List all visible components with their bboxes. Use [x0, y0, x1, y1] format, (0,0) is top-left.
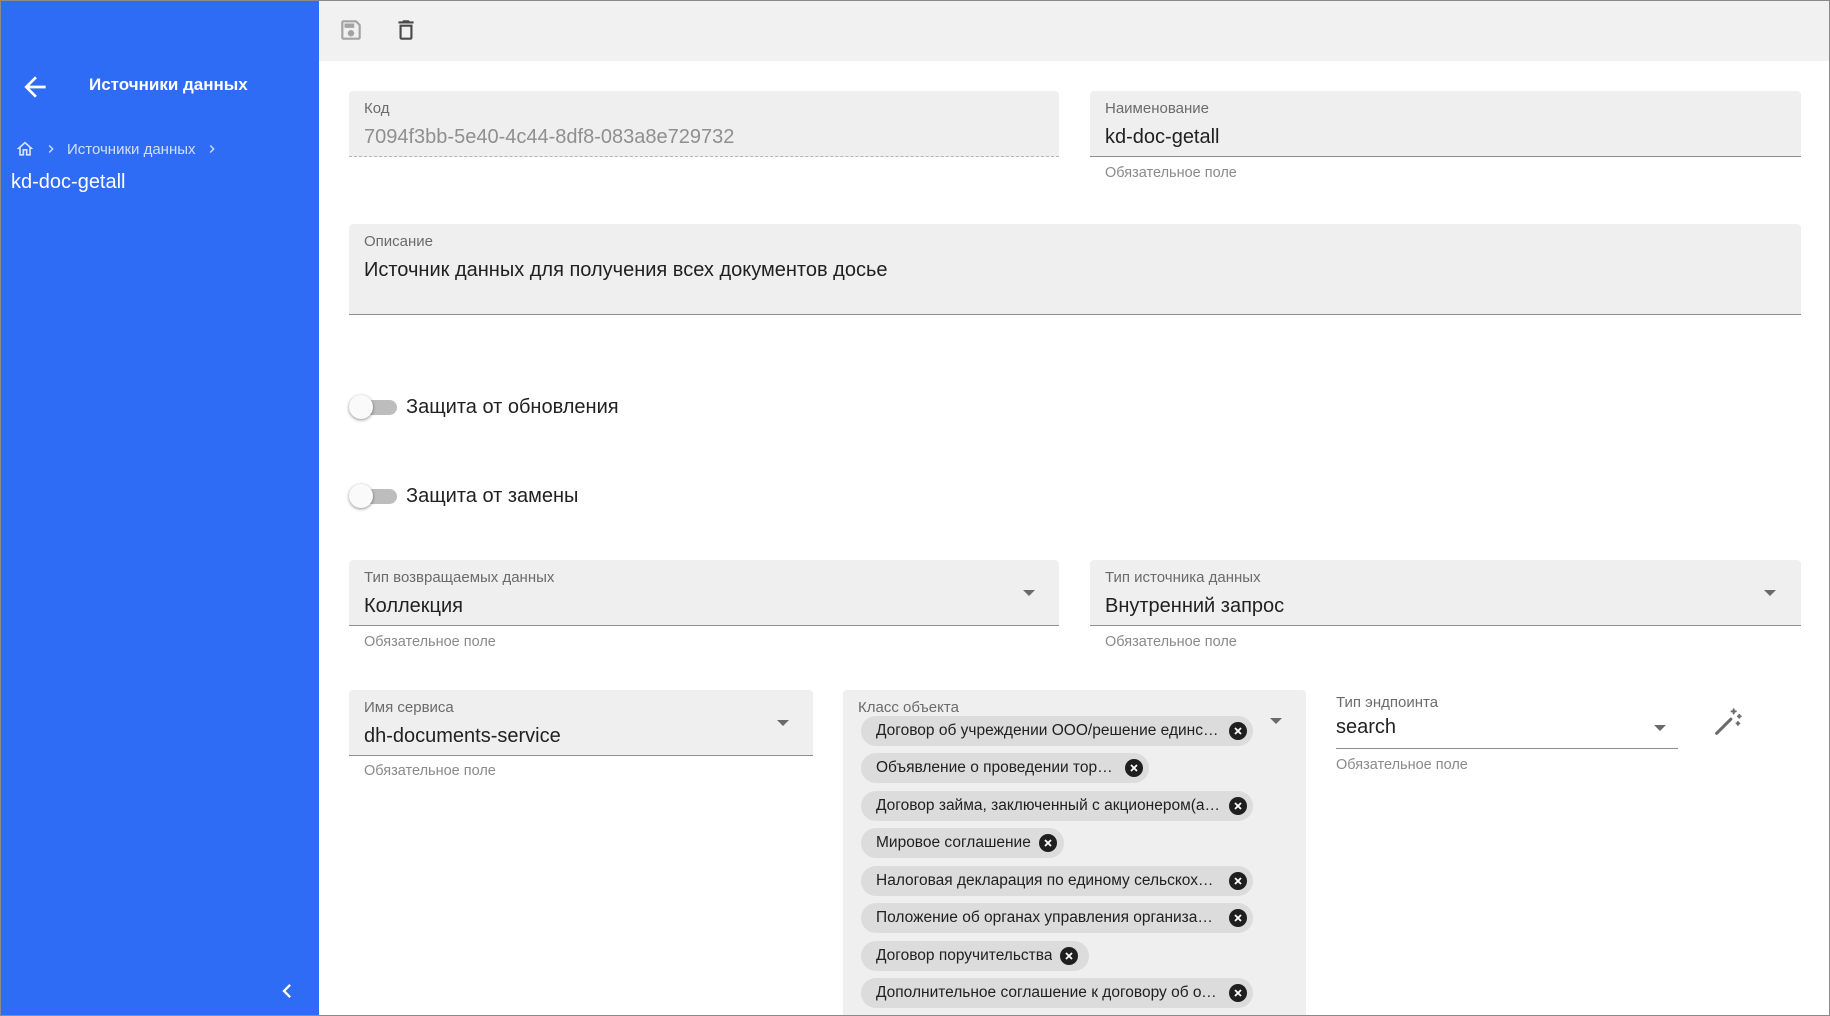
dropdown-arrow-icon: [1270, 718, 1282, 724]
remove-chip-icon[interactable]: [1060, 947, 1079, 965]
current-item-title: kd-doc-getall: [11, 171, 126, 193]
chevron-left-icon: [282, 984, 291, 998]
remove-chip-icon[interactable]: [1038, 834, 1057, 852]
chip-label: Дополнительное соглашение к договору об …: [876, 984, 1221, 1001]
object-class-label: Класс объекта: [858, 699, 959, 716]
code-value: 7094f3bb-5e40-4c44-8df8-083a8e729732: [364, 126, 735, 148]
chip: Объявление о проведении торгов: [861, 753, 1149, 783]
source-type-hint: Обязательное поле: [1105, 634, 1237, 650]
chip: Дополнительное соглашение к договору об …: [861, 978, 1253, 1008]
remove-chip-icon[interactable]: [1229, 797, 1247, 815]
remove-chip-icon[interactable]: [1229, 722, 1247, 740]
save-icon: [341, 20, 361, 40]
endpoint-type-label: Тип эндпоинта: [1336, 694, 1439, 711]
service-name-hint: Обязательное поле: [364, 763, 496, 779]
breadcrumb: Источники данных: [15, 139, 228, 159]
chip-label: Договор об учреждении ООО/решение единст…: [876, 722, 1221, 739]
dropdown-arrow-icon: [777, 720, 789, 726]
remove-chip-icon[interactable]: [1229, 872, 1247, 890]
name-hint: Обязательное поле: [1105, 165, 1237, 181]
return-type-hint: Обязательное поле: [364, 634, 496, 650]
delete-button[interactable]: [391, 15, 421, 45]
replace-protection-row: Защита от замены: [349, 484, 578, 508]
dropdown-arrow-icon: [1764, 590, 1776, 596]
sidebar: Источники данных Источники данных kd-doc…: [1, 1, 319, 1015]
update-protection-toggle[interactable]: [349, 395, 397, 419]
return-type-select[interactable]: Тип возвращаемых данных Коллекция: [349, 560, 1059, 626]
chip-label: Договор поручительства: [876, 947, 1053, 964]
service-name-value: dh-documents-service: [364, 725, 561, 747]
chevron-right-icon: [204, 141, 220, 157]
source-type-select[interactable]: Тип источника данных Внутренний запрос: [1090, 560, 1801, 626]
endpoint-type-hint: Обязательное поле: [1336, 757, 1468, 773]
service-name-select[interactable]: Имя сервиса dh-documents-service: [349, 690, 813, 756]
remove-chip-icon[interactable]: [1229, 909, 1247, 927]
chip-label: Мировое соглашение: [876, 834, 1031, 851]
delete-icon: [398, 20, 414, 40]
chip-label: Положение об органах управления организа…: [876, 909, 1221, 926]
return-type-value: Коллекция: [364, 595, 464, 617]
chip-label: Договор займа, заключенный с акционером(…: [876, 797, 1221, 814]
chip: Мировое соглашение: [861, 828, 1064, 858]
chip: Налоговая декларация по единому сельскох…: [861, 866, 1253, 896]
source-type-label: Тип источника данных: [1105, 569, 1261, 586]
auto-fill-button[interactable]: [1711, 705, 1745, 739]
return-type-label: Тип возвращаемых данных: [364, 569, 555, 586]
name-value: kd-doc-getall: [1105, 126, 1220, 148]
breadcrumb-data-sources[interactable]: Источники данных: [67, 141, 196, 158]
back-button[interactable]: [19, 71, 51, 103]
chip-label: Объявление о проведении торгов: [876, 759, 1117, 776]
magic-wand-icon: [1715, 708, 1742, 735]
endpoint-type-value: search: [1336, 716, 1397, 738]
chip: Положение об органах управления организа…: [861, 903, 1253, 933]
update-protection-row: Защита от обновления: [349, 395, 619, 419]
chip: Договор займа, заключенный с акционером(…: [861, 791, 1253, 821]
chip-label: Налоговая декларация по единому сельскох…: [876, 872, 1221, 889]
update-protection-label: Защита от обновления: [406, 395, 619, 418]
description-value: Источник данных для получения всех докум…: [364, 259, 888, 281]
sidebar-title: Источники данных: [89, 75, 248, 94]
endpoint-type-select[interactable]: Тип эндпоинта search: [1336, 691, 1678, 749]
name-field[interactable]: Наименование kd-doc-getall: [1090, 91, 1801, 157]
replace-protection-toggle[interactable]: [349, 484, 397, 508]
name-label: Наименование: [1105, 100, 1209, 117]
app-window: Источники данных Источники данных kd-doc…: [0, 0, 1830, 1016]
service-name-label: Имя сервиса: [364, 699, 454, 716]
code-field[interactable]: Код 7094f3bb-5e40-4c44-8df8-083a8e729732: [349, 91, 1059, 157]
description-field[interactable]: Описание Источник данных для получения в…: [349, 224, 1801, 315]
code-label: Код: [364, 100, 390, 117]
source-type-value: Внутренний запрос: [1105, 595, 1285, 617]
chevron-right-icon: [43, 141, 59, 157]
toolbar: [319, 1, 1829, 61]
dropdown-arrow-icon: [1023, 590, 1035, 596]
dropdown-arrow-icon: [1654, 725, 1666, 731]
breadcrumb-home[interactable]: [15, 139, 35, 159]
arrow-back-icon: [24, 76, 46, 98]
collapse-sidebar-button[interactable]: [273, 977, 301, 1005]
chip: Договор об учреждении ООО/решение единст…: [861, 716, 1253, 746]
description-label: Описание: [364, 233, 434, 250]
chip: Договор поручительства: [861, 941, 1089, 971]
save-button[interactable]: [336, 15, 366, 45]
replace-protection-label: Защита от замены: [406, 484, 579, 507]
remove-chip-icon[interactable]: [1125, 759, 1143, 777]
remove-chip-icon[interactable]: [1229, 984, 1247, 1002]
home-icon: [16, 141, 34, 156]
